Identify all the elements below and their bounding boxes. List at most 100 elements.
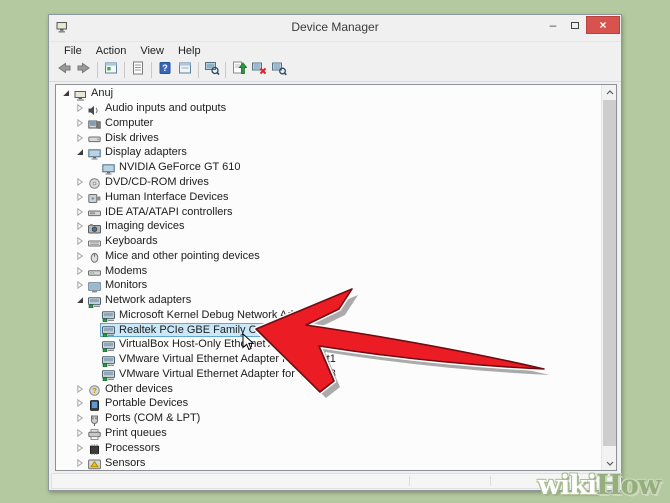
tree-item-label: Disk drives	[105, 132, 159, 144]
tree-item[interactable]: Display adapters	[56, 145, 600, 160]
search-device-icon	[271, 60, 287, 81]
expand-icon[interactable]	[74, 177, 86, 187]
maximize-button[interactable]	[564, 16, 586, 34]
tree-item-body: Network adapters	[86, 293, 195, 307]
uninstall-device-button[interactable]	[249, 60, 269, 80]
expand-icon[interactable]	[74, 251, 86, 261]
tree-item[interactable]: Anuj	[56, 86, 600, 101]
tree-item-label: Anuj	[91, 87, 113, 99]
tree-item[interactable]: Audio inputs and outputs	[56, 101, 600, 116]
tree-item[interactable]: Monitors	[56, 278, 600, 293]
tree-item[interactable]: Print queues	[56, 426, 600, 441]
expand-icon[interactable]	[74, 133, 86, 143]
tree-item[interactable]: Modems	[56, 263, 600, 278]
tree-item[interactable]: DVD/CD-ROM drives	[56, 175, 600, 190]
tree-item-body: Imaging devices	[86, 219, 189, 233]
expand-icon[interactable]	[74, 458, 86, 468]
scan-computer-icon	[204, 60, 220, 81]
expand-icon[interactable]	[74, 443, 86, 453]
tree-item[interactable]: ? Other devices	[56, 381, 600, 396]
expand-icon[interactable]	[74, 398, 86, 408]
tree-item-body: Processors	[86, 441, 164, 455]
menu-file[interactable]: File	[57, 44, 89, 58]
expander-none	[88, 369, 100, 379]
expand-icon[interactable]	[74, 280, 86, 290]
expand-icon[interactable]	[74, 413, 86, 423]
tree-item-body: Display adapters	[86, 145, 191, 159]
help-button[interactable]: ?	[155, 60, 175, 80]
tree-item-label: Network adapters	[105, 294, 191, 306]
scroll-down-icon[interactable]	[602, 456, 617, 470]
tree-item[interactable]: Mice and other pointing devices	[56, 248, 600, 263]
tree-item[interactable]: VMware Virtual Ethernet Adapter for VMne…	[56, 352, 600, 367]
tree-item[interactable]: Microsoft Kernel Debug Network Adapter	[56, 307, 600, 322]
back-button[interactable]	[54, 60, 74, 80]
tree-item[interactable]: Disk drives	[56, 130, 600, 145]
tree-item-body: Anuj	[72, 86, 117, 100]
status-bar-divider	[409, 476, 410, 486]
expand-icon[interactable]	[74, 192, 86, 202]
unknown-device-icon: ?	[88, 383, 101, 394]
collapse-icon[interactable]	[74, 295, 86, 305]
network-icon	[102, 324, 115, 335]
tree-item-label: Display adapters	[105, 146, 187, 158]
ports-icon	[88, 413, 101, 424]
network-icon	[102, 309, 115, 320]
expand-icon[interactable]	[74, 266, 86, 276]
tree-item[interactable]: Imaging devices	[56, 219, 600, 234]
collapse-icon[interactable]	[60, 88, 72, 98]
show-window-button[interactable]	[175, 60, 195, 80]
expand-icon[interactable]	[74, 236, 86, 246]
menu-help[interactable]: Help	[171, 44, 208, 58]
tree-item-label: Monitors	[105, 279, 147, 291]
expand-icon[interactable]	[74, 103, 86, 113]
close-button[interactable]: ×	[586, 16, 620, 34]
expand-icon[interactable]	[74, 428, 86, 438]
tree-item[interactable]: VirtualBox Host-Only Ethernet Adapter	[56, 337, 600, 352]
tree-item-label: Other devices	[105, 383, 173, 395]
minimize-button[interactable]: –	[542, 16, 564, 34]
tree-item[interactable]: Keyboards	[56, 234, 600, 249]
tree-item-body: Keyboards	[86, 234, 162, 248]
tree-item-body: VMware Virtual Ethernet Adapter for VMne…	[100, 367, 340, 381]
scroll-up-icon[interactable]	[602, 85, 617, 99]
help-icon: ?	[157, 60, 173, 81]
tree-item-label: IDE ATA/ATAPI controllers	[105, 206, 233, 218]
update-driver-button[interactable]	[229, 60, 249, 80]
expand-icon[interactable]	[74, 221, 86, 231]
tree-item[interactable]: Processors	[56, 440, 600, 455]
mouse-icon	[88, 250, 101, 261]
processor-icon	[88, 442, 101, 453]
tree-item[interactable]: Network adapters	[56, 293, 600, 308]
tree-item-body: Print queues	[86, 426, 171, 440]
expand-icon[interactable]	[74, 384, 86, 394]
tree-item-selected[interactable]: Realtek PCIe GBE Family Controller	[56, 322, 600, 337]
expand-icon[interactable]	[74, 118, 86, 128]
properties-icon	[130, 60, 146, 81]
toolbar-divider	[198, 62, 199, 78]
tree-item[interactable]: Portable Devices	[56, 396, 600, 411]
network-icon	[88, 295, 101, 306]
tree-item[interactable]: IDE ATA/ATAPI controllers	[56, 204, 600, 219]
scrollbar-thumb[interactable]	[603, 100, 616, 446]
tree-item-label: Ports (COM & LPT)	[105, 412, 200, 424]
tree-item[interactable]: NVIDIA GeForce GT 610	[56, 160, 600, 175]
expand-icon[interactable]	[74, 207, 86, 217]
menu-view[interactable]: View	[133, 44, 171, 58]
network-icon	[102, 368, 115, 379]
scan-hardware-changes-button[interactable]	[202, 60, 222, 80]
vertical-scrollbar[interactable]	[601, 85, 616, 470]
tree-item[interactable]: Ports (COM & LPT)	[56, 411, 600, 426]
tree-item-body: Audio inputs and outputs	[86, 101, 230, 115]
scan-device-button[interactable]	[269, 60, 289, 80]
menu-action[interactable]: Action	[89, 44, 134, 58]
tree-item[interactable]: Sensors	[56, 455, 600, 470]
tree-item[interactable]: VMware Virtual Ethernet Adapter for VMne…	[56, 367, 600, 382]
tree-item-label: Imaging devices	[105, 220, 185, 232]
show-console-tree-button[interactable]	[101, 60, 121, 80]
tree-item[interactable]: Human Interface Devices	[56, 189, 600, 204]
collapse-icon[interactable]	[74, 147, 86, 157]
forward-button[interactable]	[74, 60, 94, 80]
tree-item[interactable]: Computer	[56, 116, 600, 131]
properties-button[interactable]	[128, 60, 148, 80]
